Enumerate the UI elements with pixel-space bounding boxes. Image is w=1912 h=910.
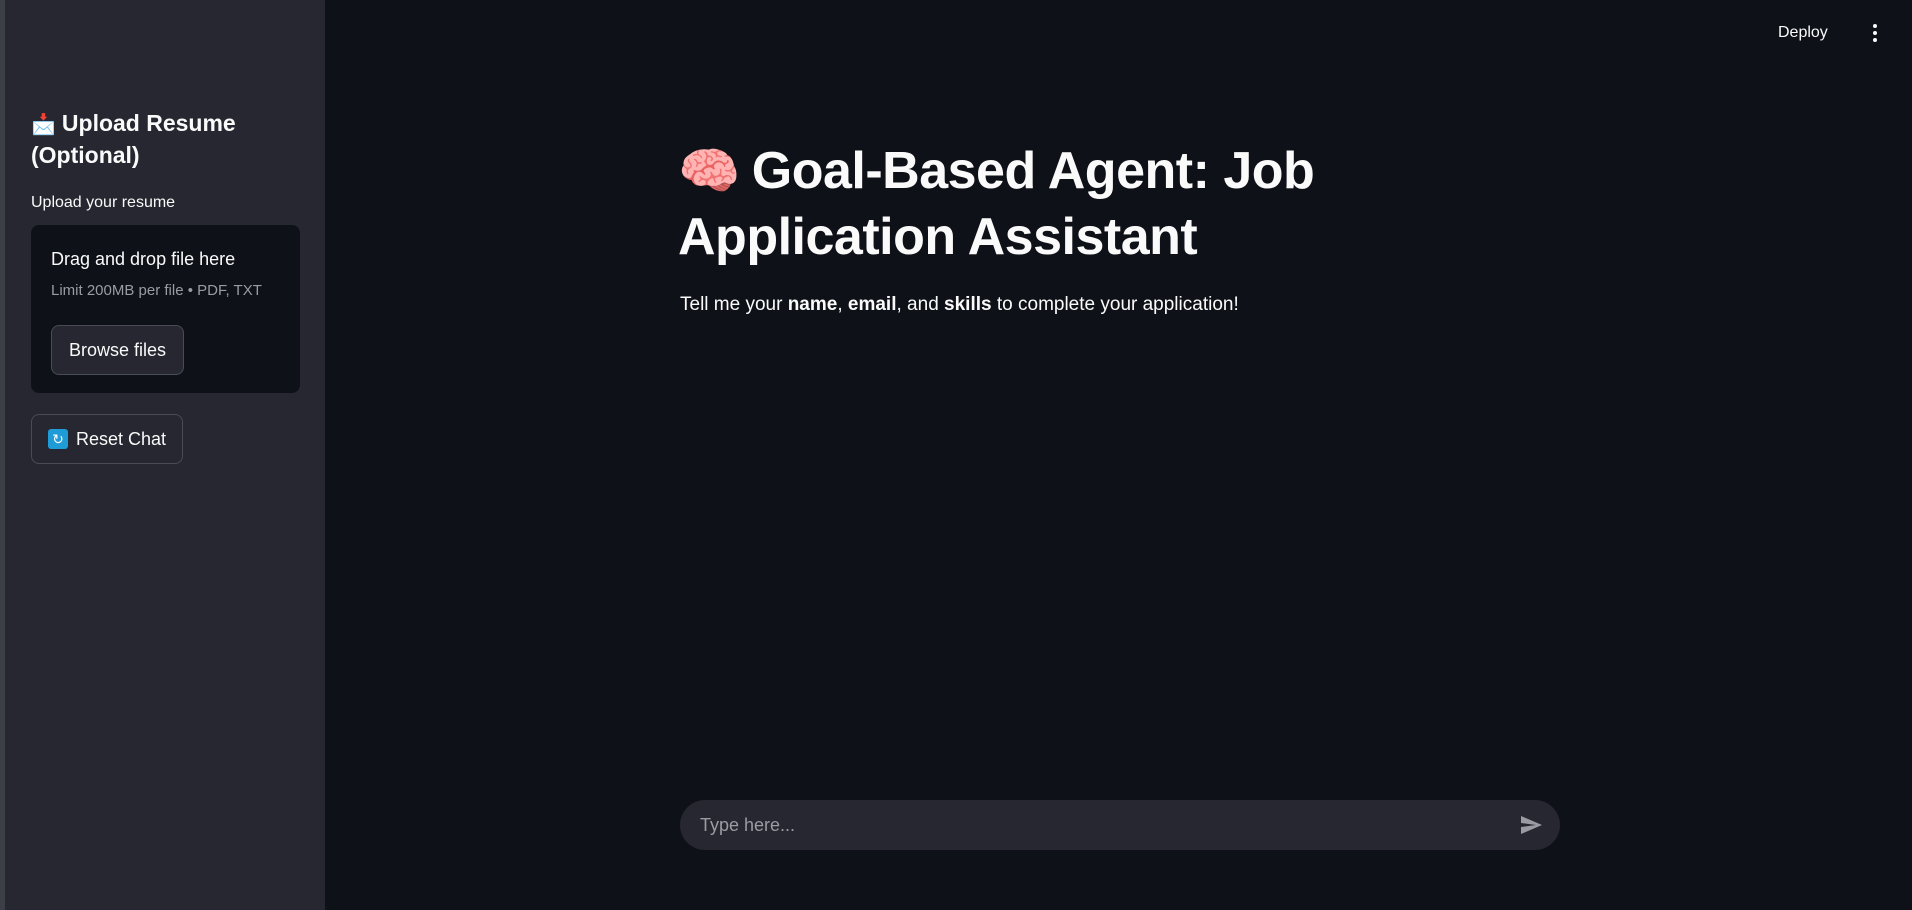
upload-label: Upload your resume	[31, 194, 176, 211]
dropzone-title: Drag and drop file here	[51, 249, 236, 269]
subtitle-text: Tell me your	[680, 294, 788, 315]
subtitle-text: , and	[896, 294, 945, 315]
dropzone-limit: Limit 200MB per file • PDF, TXT	[51, 282, 262, 299]
subtitle-text: ,	[837, 294, 848, 315]
deploy-button[interactable]: Deploy	[1778, 20, 1828, 46]
reset-chat-button[interactable]: ↻ Reset Chat	[31, 414, 183, 464]
kebab-dot	[1873, 24, 1877, 28]
reset-chat-label: Reset Chat	[75, 428, 167, 449]
sidebar: 📩 Upload Resume (Optional) Upload your re…	[5, 0, 325, 910]
kebab-menu-icon[interactable]	[1868, 20, 1882, 46]
sidebar-title-text: Upload Resume (Optional)	[31, 110, 236, 168]
refresh-icon: ↻	[47, 429, 68, 449]
send-icon[interactable]	[1518, 813, 1544, 837]
sidebar-title: 📩 Upload Resume (Optional)	[31, 108, 291, 170]
chat-input[interactable]	[700, 800, 1480, 850]
browse-files-button[interactable]: Browse files	[51, 325, 184, 375]
subtitle-text: to complete your application!	[991, 294, 1239, 315]
brain-icon: 🧠	[678, 143, 740, 199]
chat-input-container	[680, 800, 1560, 850]
page-title-text: Goal-Based Agent: Job Application Assist…	[678, 142, 1315, 266]
page-title: 🧠 Goal-Based Agent: Job Application Assis…	[678, 138, 1378, 270]
kebab-dot	[1873, 38, 1877, 42]
subtitle-bold-email: email	[847, 294, 897, 315]
file-dropzone[interactable]: Drag and drop file here Limit 200MB per …	[31, 225, 300, 393]
app-window: 📩 Upload Resume (Optional) Upload your re…	[0, 0, 1912, 910]
page-subtitle: Tell me your name, email, and skills to …	[680, 294, 1239, 316]
subtitle-bold-skills: skills	[944, 294, 992, 315]
subtitle-bold-name: name	[787, 294, 838, 315]
kebab-dot	[1873, 31, 1877, 35]
inbox-tray-icon: 📩	[31, 114, 56, 136]
